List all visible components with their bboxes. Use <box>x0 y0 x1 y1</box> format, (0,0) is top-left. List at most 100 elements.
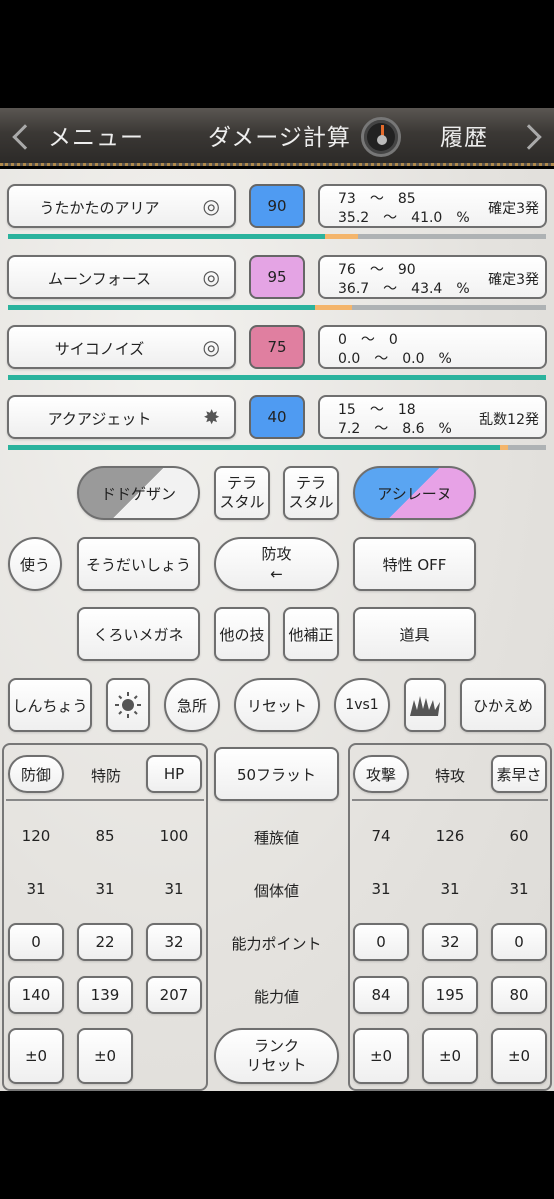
right_panel-iv-value: 31 <box>371 880 391 898</box>
move-button[interactable]: サイコノイズ ◎ <box>7 325 236 369</box>
iv-label: 個体値 <box>253 882 299 900</box>
hp-bar-remaining <box>8 375 546 380</box>
ko-verdict: 乱数12発 <box>479 412 539 428</box>
attacker-tera-button[interactable]: テラ スタル <box>283 466 339 520</box>
move-power-box[interactable]: 75 <box>249 325 305 369</box>
defender-item-button[interactable]: そうだいしょう <box>77 537 200 591</box>
attacker-pokemon-button[interactable]: アシレーヌ <box>353 466 476 520</box>
menu-link[interactable]: メニュー <box>48 118 144 152</box>
hp-bar-remaining <box>8 305 315 310</box>
hp-bar-range <box>500 445 509 450</box>
hp-bar <box>8 305 546 310</box>
left_panel-rank-box[interactable]: ±0 <box>8 1028 64 1084</box>
hp-bar-remaining <box>8 234 326 239</box>
right_panel-iv-value: 31 <box>440 880 460 898</box>
left_panel-stat-box[interactable]: 140 <box>8 976 64 1014</box>
item-button[interactable]: 道具 <box>353 607 476 661</box>
hp-stat-toggle[interactable]: HP <box>146 755 202 793</box>
flat50-button[interactable]: 50フラット <box>214 747 339 801</box>
divider <box>352 799 548 801</box>
move-power-box[interactable]: 95 <box>249 255 305 299</box>
base-stat-label: 種族値 <box>253 829 299 847</box>
left_panel-iv-value: 31 <box>26 880 46 898</box>
damage-percent: 7.2 ～ 8.6 % <box>338 421 452 437</box>
left_panel-ev-box[interactable]: 32 <box>146 923 202 961</box>
right_panel-ev-box[interactable]: 0 <box>353 923 409 961</box>
other-move-button[interactable]: 他の技 <box>214 607 270 661</box>
right_panel-ev-box[interactable]: 0 <box>491 923 547 961</box>
grass-icon <box>410 696 440 716</box>
move-power-box[interactable]: 40 <box>249 395 305 439</box>
right_panel-stat-box[interactable]: 195 <box>422 976 478 1014</box>
damage-range: 76 ～ 90 <box>338 262 416 278</box>
damage-percent: 0.0 ～ 0.0 % <box>338 351 452 367</box>
special-move-icon: ◎ <box>202 335 220 359</box>
damage-result: 0 ～ 0 0.0 ～ 0.0 % <box>318 325 547 369</box>
left_panel-base-value: 100 <box>159 827 189 845</box>
left_panel-ev-box[interactable]: 22 <box>77 923 133 961</box>
terrain-button[interactable] <box>404 678 446 732</box>
damage-range: 0 ～ 0 <box>338 332 398 348</box>
speed-stat-toggle[interactable]: 素早さ <box>491 755 547 793</box>
spatk-label[interactable]: 特攻 <box>422 765 478 786</box>
move-button[interactable]: ムーンフォース ◎ <box>7 255 236 299</box>
sun-icon <box>115 692 141 718</box>
reset-button[interactable]: リセット <box>234 678 320 732</box>
vs-mode-button[interactable]: 1vs1 <box>334 678 390 732</box>
back-chevron-icon[interactable] <box>12 124 38 150</box>
ability-toggle-button[interactable]: 特性 OFF <box>353 537 476 591</box>
right_panel-rank-box[interactable]: ±0 <box>422 1028 478 1084</box>
defender-pokemon-button[interactable]: ドドゲザン <box>77 466 200 520</box>
right_panel-base-value: 74 <box>371 827 391 845</box>
damage-range: 73 ～ 85 <box>338 191 416 207</box>
crit-button[interactable]: 急所 <box>164 678 220 732</box>
move-name: うたかたのアリア <box>39 199 160 217</box>
hp-bar <box>8 445 546 450</box>
right_panel-base-value: 60 <box>509 827 529 845</box>
left_panel-base-value: 120 <box>21 827 51 845</box>
damage-percent: 35.2 ～ 41.0 % <box>338 210 470 226</box>
gauge-icon[interactable] <box>361 117 401 157</box>
rank-reset-button[interactable]: ランク リセット <box>214 1028 339 1084</box>
attacker-item-button[interactable]: くろいメガネ <box>77 607 200 661</box>
left_panel-rank-box[interactable]: ±0 <box>77 1028 133 1084</box>
attack-stat-toggle[interactable]: 攻撃 <box>353 755 409 793</box>
right_panel-ev-box[interactable]: 32 <box>422 923 478 961</box>
ko-verdict: 確定3発 <box>488 272 539 288</box>
hp-bar-remaining <box>8 445 501 450</box>
swap-button[interactable]: 防攻 ← <box>214 537 339 591</box>
forward-chevron-icon[interactable] <box>516 124 542 150</box>
nature-atk-button[interactable]: ひかえめ <box>460 678 546 732</box>
stat-value-label: 能力値 <box>253 988 299 1006</box>
app-header: メニュー ダメージ計算 履歴 <box>0 108 554 166</box>
damage-result: 76 ～ 90 36.7 ～ 43.4 % 確定3発 <box>318 255 547 299</box>
physical-move-icon: ✸ <box>203 405 220 429</box>
left_panel-stat-box[interactable]: 139 <box>77 976 133 1014</box>
damage-result: 73 ～ 85 35.2 ～ 41.0 % 確定3発 <box>318 184 547 228</box>
move-button[interactable]: アクアジェット ✸ <box>7 395 236 439</box>
hp-bar <box>8 234 546 239</box>
right_panel-rank-box[interactable]: ±0 <box>491 1028 547 1084</box>
weather-button[interactable] <box>106 678 150 732</box>
special-move-icon: ◎ <box>202 194 220 218</box>
right_panel-stat-box[interactable]: 80 <box>491 976 547 1014</box>
move-name: サイコノイズ <box>54 340 145 358</box>
left_panel-stat-box[interactable]: 207 <box>146 976 202 1014</box>
right_panel-rank-box[interactable]: ±0 <box>353 1028 409 1084</box>
other-mod-button[interactable]: 他補正 <box>283 607 339 661</box>
left_panel-ev-box[interactable]: 0 <box>8 923 64 961</box>
use-button[interactable]: 使う <box>8 537 62 591</box>
right_panel-iv-value: 31 <box>509 880 529 898</box>
spdef-label[interactable]: 特防 <box>78 765 134 786</box>
left_panel-base-value: 85 <box>95 827 115 845</box>
defense-stat-toggle[interactable]: 防御 <box>8 755 64 793</box>
damage-percent: 36.7 ～ 43.4 % <box>338 281 470 297</box>
move-power-box[interactable]: 90 <box>249 184 305 228</box>
move-button[interactable]: うたかたのアリア ◎ <box>7 184 236 228</box>
defender-tera-button[interactable]: テラ スタル <box>214 466 270 520</box>
hp-bar-range <box>325 234 358 239</box>
right_panel-stat-box[interactable]: 84 <box>353 976 409 1014</box>
history-link[interactable]: 履歴 <box>440 118 488 152</box>
move-name: アクアジェット <box>47 410 152 428</box>
nature-button[interactable]: しんちょう <box>8 678 92 732</box>
